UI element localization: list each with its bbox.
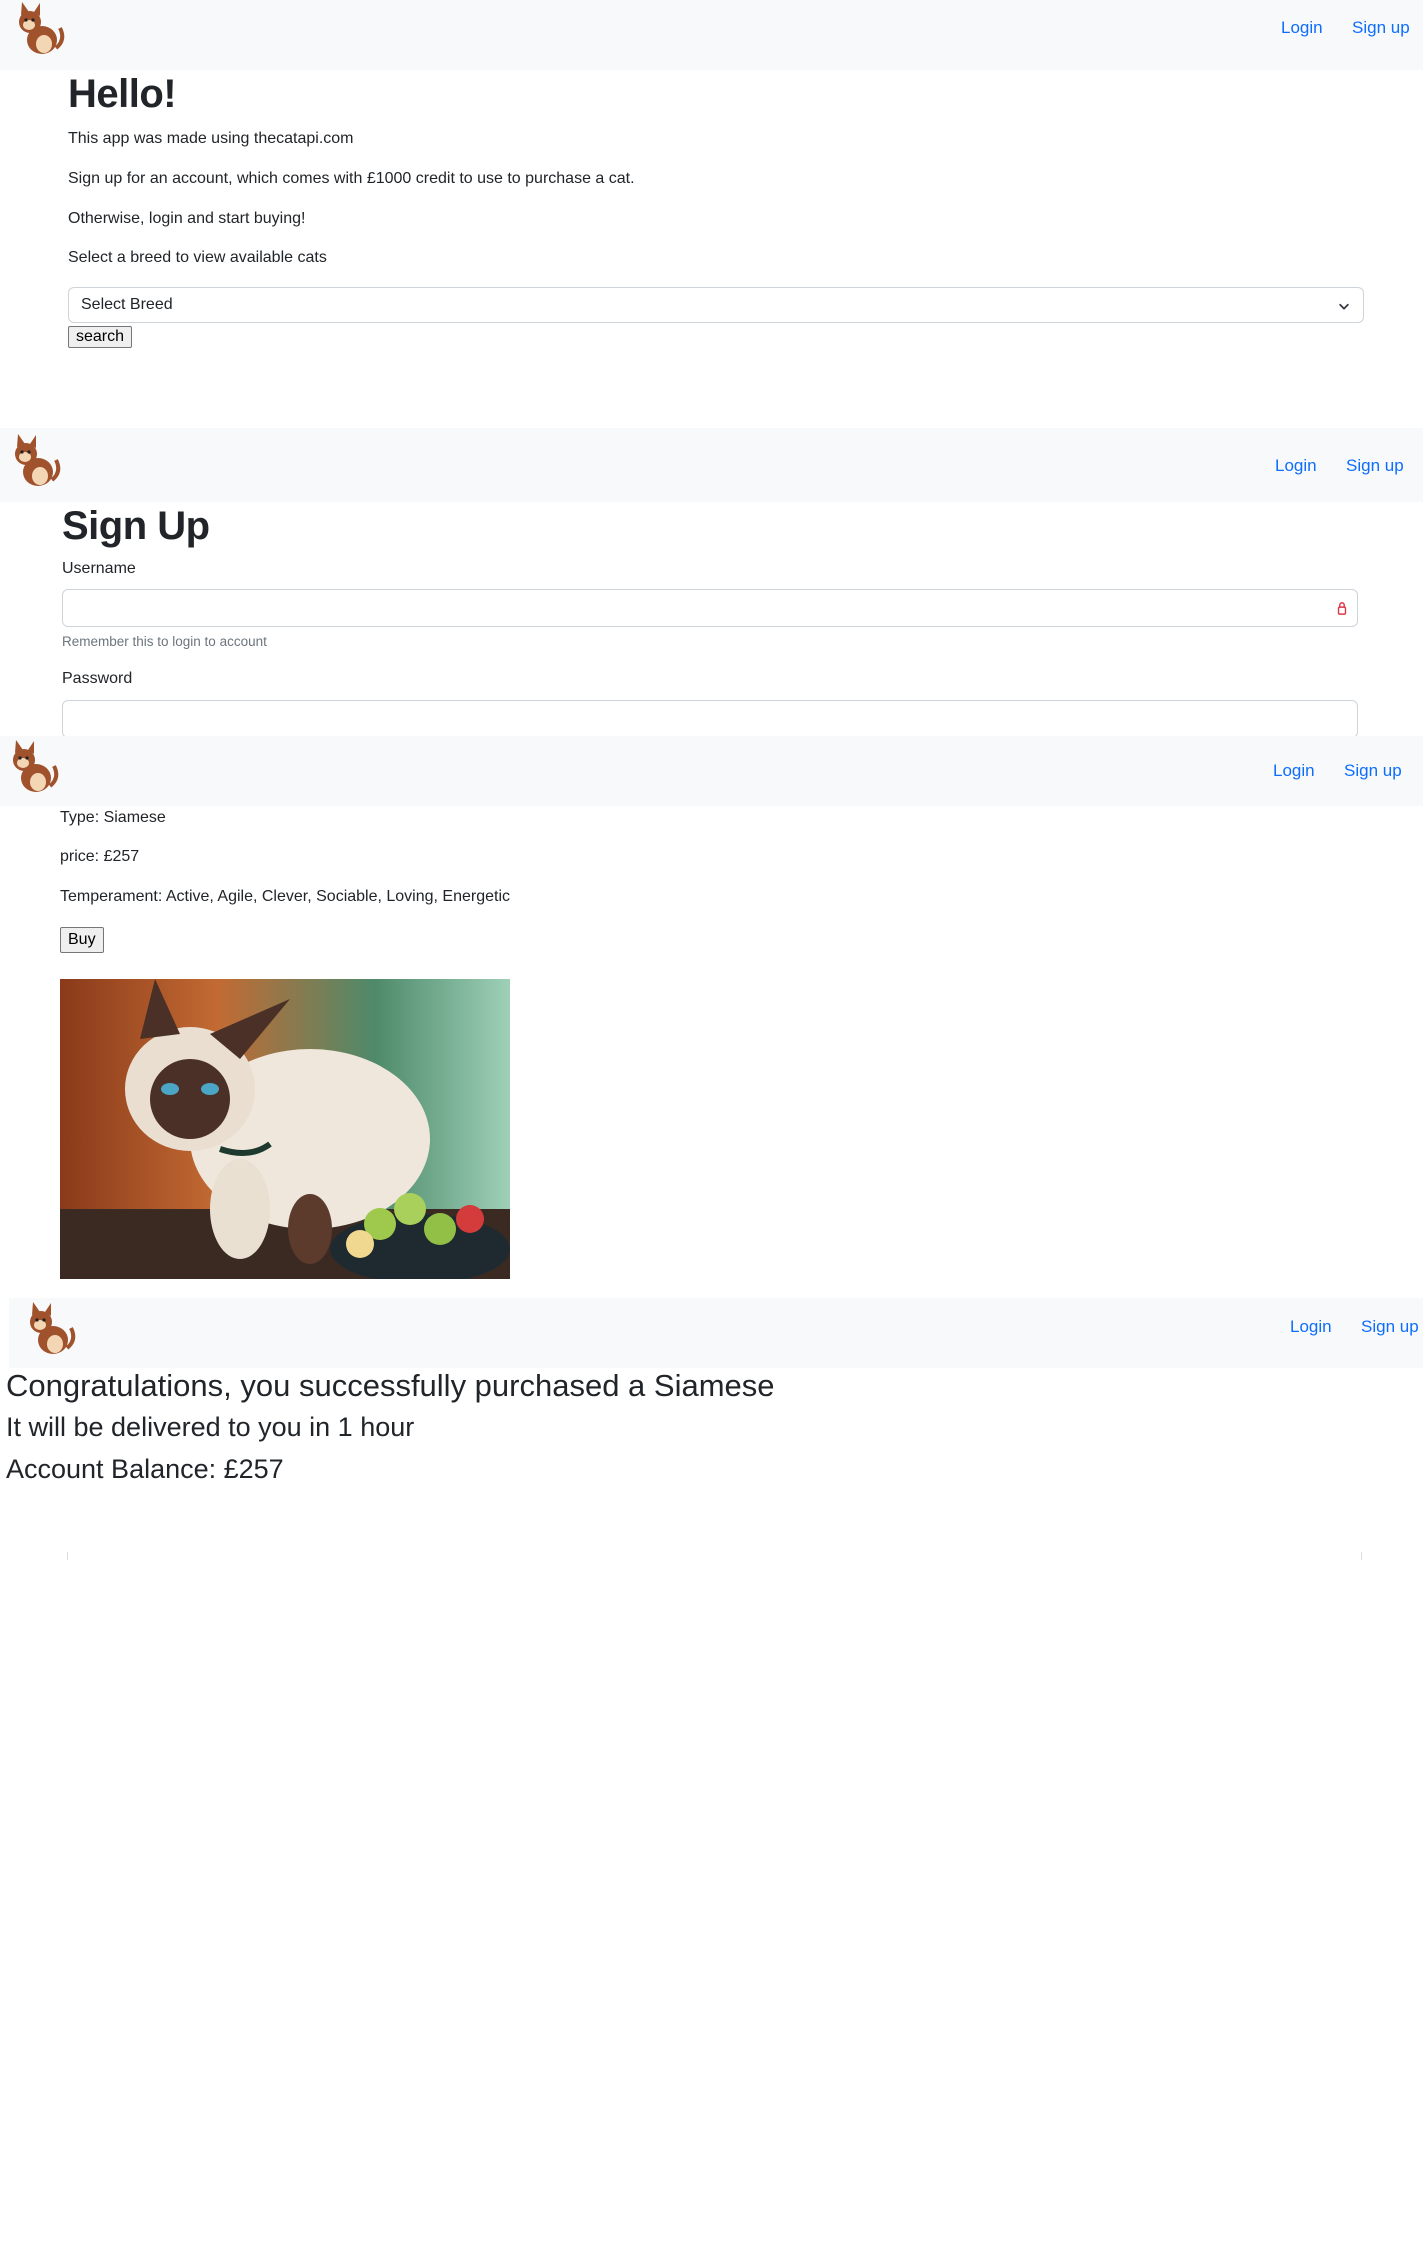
- search-button[interactable]: search: [68, 326, 133, 348]
- navbar: Login Sign up: [0, 736, 1423, 806]
- nav-signup-link[interactable]: Sign up: [1346, 438, 1404, 508]
- cat-logo-icon[interactable]: [19, 1300, 79, 1360]
- cat-logo-icon[interactable]: [4, 432, 64, 492]
- page-title: Hello!: [68, 72, 177, 116]
- username-help-text: Remember this to login to account: [62, 634, 267, 649]
- cat-type-text: Type: Siamese: [60, 809, 166, 826]
- navbar: Login Sign up: [9, 1298, 1423, 1368]
- username-input[interactable]: [62, 589, 1358, 627]
- breed-select[interactable]: Select Breed: [68, 287, 1364, 323]
- purchase-success-heading: Congratulations, you successfully purcha…: [6, 1368, 775, 1403]
- nav-login-link[interactable]: Login: [1281, 0, 1323, 70]
- cat-logo-icon[interactable]: [2, 738, 62, 798]
- purchase-success-page: Login Sign up Congratulations, you succe…: [0, 1296, 1423, 2268]
- password-input[interactable]: [62, 700, 1358, 738]
- divider-left: [67, 1552, 68, 1560]
- cat-price-text: price: £257: [60, 848, 140, 865]
- breed-instruction-text: Select a breed to view available cats: [68, 249, 327, 266]
- nav-login-link[interactable]: Login: [1275, 438, 1317, 508]
- nav-signup-link[interactable]: Sign up: [1361, 1299, 1419, 1369]
- cat-logo-icon[interactable]: [8, 0, 68, 60]
- cat-detail-page: Login Sign up Type: Siamese price: £257 …: [0, 736, 1423, 1298]
- chevron-down-icon: [1339, 303, 1349, 310]
- nav-signup-link[interactable]: Sign up: [1344, 743, 1402, 813]
- cat-photo: [60, 979, 510, 1279]
- breed-select-value: Select Breed: [81, 296, 173, 313]
- signup-page: Login Sign up Sign Up Username Remember …: [0, 428, 1423, 738]
- intro-text: This app was made using thecatapi.com: [68, 130, 354, 147]
- cat-temperament-text: Temperament: Active, Agile, Clever, Soci…: [60, 888, 511, 905]
- nav-signup-link[interactable]: Sign up: [1352, 0, 1410, 70]
- navbar: Login Sign up: [0, 428, 1423, 502]
- login-info-text: Otherwise, login and start buying!: [68, 210, 306, 227]
- divider-right: [1361, 1552, 1362, 1560]
- page-title: Sign Up: [62, 504, 210, 548]
- delivery-info-heading: It will be delivered to you in 1 hour: [6, 1412, 415, 1442]
- nav-login-link[interactable]: Login: [1273, 743, 1315, 813]
- nav-login-link[interactable]: Login: [1290, 1299, 1332, 1369]
- password-label: Password: [62, 670, 133, 687]
- home-page: Login Sign up Hello! This app was made u…: [0, 0, 1423, 400]
- key-icon[interactable]: [1335, 600, 1349, 616]
- account-balance-heading: Account Balance: £257: [6, 1454, 284, 1484]
- buy-button[interactable]: Buy: [60, 927, 104, 953]
- username-label: Username: [62, 560, 136, 577]
- navbar: Login Sign up: [0, 0, 1423, 70]
- signup-info-text: Sign up for an account, which comes with…: [68, 170, 635, 187]
